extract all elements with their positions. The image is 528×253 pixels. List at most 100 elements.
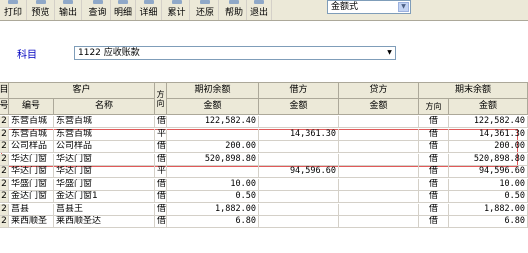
chevron-down-icon[interactable]: ▼ <box>385 48 394 58</box>
header-credit-amount: 金额 <box>339 99 419 115</box>
cell-opening: 200.00 <box>167 141 259 153</box>
detail-icon <box>118 0 128 4</box>
help-button[interactable]: 帮助 <box>222 0 247 20</box>
search-icon <box>92 0 103 4</box>
cell-opening: 1,882.00 <box>167 203 259 216</box>
header-code: 编号 <box>9 99 54 115</box>
printer-icon <box>8 0 18 4</box>
cell-opening: 0.50 <box>167 191 259 203</box>
exit-button[interactable]: 退出 <box>247 0 272 20</box>
header-direction: 方向 <box>155 83 167 115</box>
toolbar: 打印 预览 输出 查询 明细 详细 累计 还原 帮助 退出 金额式 ▼ <box>0 0 528 21</box>
chevron-down-icon[interactable]: ▼ <box>398 2 409 12</box>
cell-closing: 94,596.60 <box>449 166 528 178</box>
cell-debit <box>259 191 339 203</box>
header-closing: 期末余额 <box>419 83 528 99</box>
list-button[interactable]: 详细 <box>136 0 162 20</box>
cell-closing-direction: 借 <box>419 153 449 166</box>
cell-debit: 14,361.30 <box>259 128 339 141</box>
cell-name: 华达门窗 <box>54 153 155 166</box>
cell-credit <box>339 166 419 178</box>
preview-button[interactable]: 预览 <box>27 0 55 20</box>
header-opening-amount: 金额 <box>167 99 259 115</box>
cell-code: 东营百城 <box>9 128 54 141</box>
cell-direction: 借 <box>155 216 167 228</box>
cell-code: 莱西顺圣 <box>9 216 54 228</box>
header-customer: 客户 <box>9 83 155 99</box>
detail-button[interactable]: 明细 <box>111 0 136 20</box>
format-select[interactable]: 金额式 ▼ <box>327 0 411 14</box>
cell-direction: 平 <box>155 128 167 141</box>
header-credit: 贷方 <box>339 83 419 99</box>
subject-panel: 科目 1122 应收账款 ▼ <box>0 21 528 83</box>
cell-closing: 14,361.30 <box>449 128 528 141</box>
cell-credit <box>339 191 419 203</box>
cell-name: 莒县王 <box>54 203 155 216</box>
restore-button[interactable]: 还原 <box>192 0 219 20</box>
header-closing-amount: 金额 <box>449 99 528 115</box>
cell-closing: 122,582.40 <box>449 116 528 128</box>
row-index: 2 <box>0 203 9 216</box>
header-name: 名称 <box>54 99 155 115</box>
subject-label: 科目 <box>17 50 37 61</box>
cell-direction: 借 <box>155 141 167 153</box>
row-index: 2 <box>0 191 9 203</box>
cell-credit <box>339 116 419 128</box>
cell-credit <box>339 153 419 166</box>
cell-debit <box>259 153 339 166</box>
cell-closing-direction: 借 <box>419 166 449 178</box>
cell-code: 华盛门窗 <box>9 178 54 191</box>
header-debit: 借方 <box>259 83 339 99</box>
row-index: 2 <box>0 178 9 191</box>
cell-credit <box>339 141 419 153</box>
query-button[interactable]: 查询 <box>85 0 111 20</box>
restore-icon <box>200 0 210 4</box>
row-header-label: 号 <box>0 99 9 115</box>
cell-direction: 借 <box>155 191 167 203</box>
cell-closing-direction: 借 <box>419 178 449 191</box>
cell-opening <box>167 128 259 141</box>
cell-opening: 122,582.40 <box>167 116 259 128</box>
cell-debit <box>259 203 339 216</box>
cell-closing-direction: 借 <box>419 128 449 141</box>
cell-debit <box>259 216 339 228</box>
header-debit-amount: 金额 <box>259 99 339 115</box>
cell-closing: 1,882.00 <box>449 203 528 216</box>
accumulate-button[interactable]: 累计 <box>164 0 190 20</box>
subject-select[interactable]: 1122 应收账款 ▼ <box>74 46 396 60</box>
exit-icon <box>254 0 264 4</box>
cell-closing-direction: 借 <box>419 203 449 216</box>
cell-name: 金达门窗1 <box>54 191 155 203</box>
cell-opening: 520,898.80 <box>167 153 259 166</box>
export-icon <box>63 0 73 4</box>
cell-name: 莱西顺圣达 <box>54 216 155 228</box>
sum-icon <box>171 0 182 4</box>
cell-closing-direction: 借 <box>419 141 449 153</box>
row-index: 2 <box>0 153 9 166</box>
cell-name: 华盛门窗 <box>54 178 155 191</box>
export-button[interactable]: 输出 <box>55 0 82 20</box>
row-header-corner: 目 <box>0 83 9 99</box>
cell-opening: 10.00 <box>167 178 259 191</box>
cell-closing: 10.00 <box>449 178 528 191</box>
cell-closing: 0.50 <box>449 191 528 203</box>
cell-debit <box>259 141 339 153</box>
cell-credit <box>339 203 419 216</box>
cell-code: 金达门窗 <box>9 191 54 203</box>
header-opening: 期初余额 <box>167 83 259 99</box>
cell-closing-direction: 借 <box>419 116 449 128</box>
cell-debit <box>259 116 339 128</box>
cell-credit <box>339 178 419 191</box>
cell-code: 东营百城 <box>9 116 54 128</box>
cell-direction: 平 <box>155 166 167 178</box>
print-button[interactable]: 打印 <box>0 0 27 20</box>
cell-direction: 借 <box>155 203 167 216</box>
row-index: 2 <box>0 166 9 178</box>
row-index: 2 <box>0 216 9 228</box>
preview-icon <box>35 0 46 4</box>
cell-closing-direction: 借 <box>419 216 449 228</box>
cell-code: 公司样品 <box>9 141 54 153</box>
cell-direction: 借 <box>155 116 167 128</box>
cell-closing-direction: 借 <box>419 191 449 203</box>
cell-closing: 520,898.80 <box>449 153 528 166</box>
